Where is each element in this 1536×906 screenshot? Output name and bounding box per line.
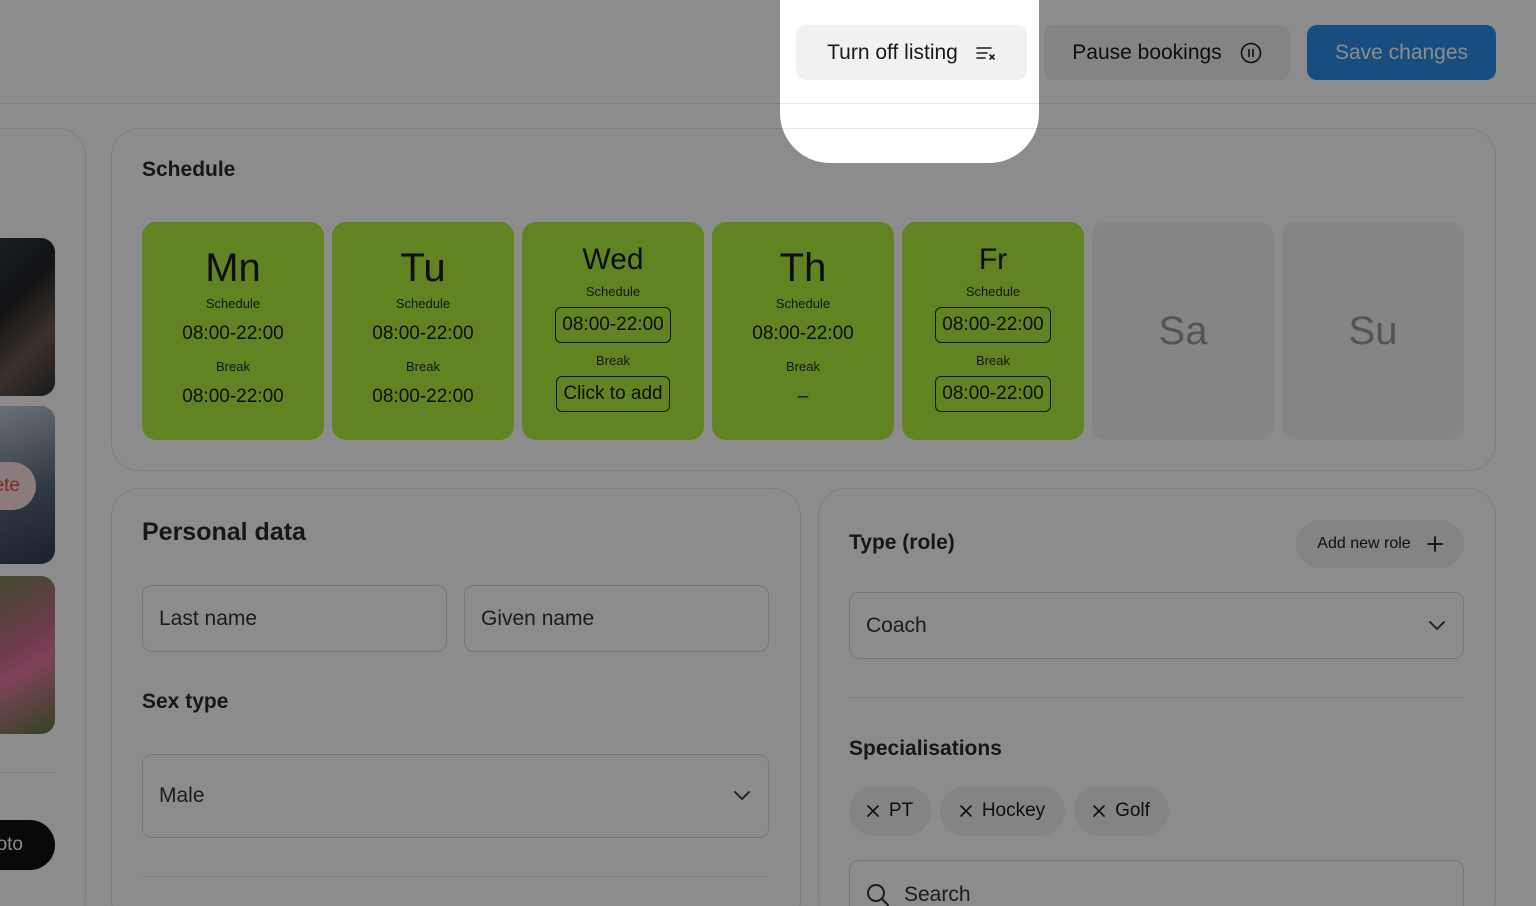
break-label: Break: [406, 359, 440, 374]
sex-type-title: Sex type: [142, 690, 229, 713]
specialisation-chip[interactable]: PT: [849, 786, 931, 836]
day-card-sa[interactable]: Sa: [1092, 222, 1274, 440]
role-title: Type (role): [849, 531, 955, 554]
schedule-title: Schedule: [142, 158, 236, 181]
search-icon: [867, 884, 889, 906]
close-icon[interactable]: [960, 805, 972, 817]
schedule-time-input[interactable]: 08:00-22:00: [935, 307, 1051, 343]
specialisation-chip[interactable]: Hockey: [940, 786, 1065, 836]
last-name-field[interactable]: Last name: [142, 585, 447, 652]
save-changes-label: Save changes: [1334, 40, 1469, 64]
break-time-input[interactable]: Click to add: [556, 376, 670, 412]
specialisation-chip[interactable]: Golf: [1074, 786, 1169, 836]
chip-label: Hockey: [981, 800, 1046, 821]
break-time: 08:00-22:00: [182, 386, 284, 407]
close-icon[interactable]: [867, 805, 879, 817]
role-select[interactable]: Coach: [849, 592, 1464, 659]
break-label: Break: [216, 359, 250, 374]
role-value: Coach: [866, 613, 927, 637]
schedule-label: Schedule: [395, 296, 451, 311]
break-label: Break: [976, 353, 1010, 368]
divider: [0, 772, 55, 773]
schedule-label: Schedule: [965, 284, 1021, 299]
given-name-field[interactable]: Given name: [464, 585, 769, 652]
day-card-tu[interactable]: Tu Schedule 08:00-22:00 Break 08:00-22:0…: [332, 222, 514, 440]
add-new-role-button[interactable]: Add new role: [1296, 520, 1464, 568]
schedule-label: Schedule: [585, 284, 641, 299]
break-label: Break: [786, 359, 820, 374]
day-name: Wed: [582, 243, 644, 276]
chevron-down-icon: [734, 791, 750, 801]
schedule-time: 08:00-22:00: [182, 323, 284, 344]
pause-icon: [1240, 42, 1262, 63]
photo-thumbnail[interactable]: [0, 238, 55, 396]
add-new-role-label: Add new role: [1317, 535, 1411, 552]
break-time: 08:00-22:00: [372, 386, 474, 407]
day-card-wed[interactable]: Wed Schedule 08:00-22:00 Break Click to …: [522, 222, 704, 440]
schedule-days: Mn Schedule 08:00-22:00 Break 08:00-22:0…: [142, 222, 1464, 440]
turn-off-listing-button[interactable]: Turn off listing: [796, 25, 1027, 80]
divider: [849, 697, 1464, 698]
given-name-placeholder: Given name: [481, 606, 595, 630]
schedule-time: 08:00-22:00: [752, 323, 854, 344]
top-bar: Turn off listing Pause bookings Save cha…: [0, 0, 1536, 104]
personal-data-title: Personal data: [142, 518, 306, 546]
schedule-time: 08:00-22:00: [372, 323, 474, 344]
pause-bookings-button[interactable]: Pause bookings: [1044, 25, 1290, 80]
day-name: Mn: [205, 246, 261, 290]
add-photo-button[interactable]: oto: [0, 820, 55, 870]
day-card-su[interactable]: Su: [1282, 222, 1464, 440]
specialisation-search-input[interactable]: Search: [849, 860, 1464, 906]
chip-label: Golf: [1115, 800, 1150, 821]
plus-icon: [1426, 536, 1443, 552]
day-card-mn[interactable]: Mn Schedule 08:00-22:00 Break 08:00-22:0…: [142, 222, 324, 440]
day-card-th[interactable]: Th Schedule 08:00-22:00 Break –: [712, 222, 894, 440]
divider: [142, 876, 769, 877]
chevron-down-icon: [1429, 620, 1445, 630]
break-time: –: [797, 386, 809, 407]
turn-off-listing-label: Turn off listing: [827, 40, 958, 64]
add-photo-label: oto: [0, 834, 23, 855]
schedule-label: Schedule: [205, 296, 261, 311]
break-time-input[interactable]: 08:00-22:00: [935, 376, 1051, 412]
list-remove-icon: [976, 46, 995, 60]
break-label: Break: [596, 353, 630, 368]
schedule-time-input[interactable]: 08:00-22:00: [555, 307, 671, 343]
search-placeholder: Search: [904, 883, 971, 906]
specialisations-title: Specialisations: [849, 737, 1002, 760]
delete-photo-label: ete: [0, 475, 20, 496]
sex-type-value: Male: [159, 784, 205, 807]
schedule-label: Schedule: [775, 296, 831, 311]
day-name: Tu: [400, 246, 446, 290]
day-name: Fr: [978, 243, 1008, 276]
close-icon[interactable]: [1093, 805, 1105, 817]
photo-thumbnail[interactable]: [0, 576, 55, 734]
day-name: Sa: [1158, 309, 1208, 353]
last-name-placeholder: Last name: [159, 606, 258, 630]
pause-bookings-label: Pause bookings: [1072, 40, 1222, 64]
save-changes-button[interactable]: Save changes: [1307, 25, 1496, 80]
day-name: Su: [1348, 309, 1398, 353]
chip-label: PT: [888, 800, 914, 821]
day-card-fr[interactable]: Fr Schedule 08:00-22:00 Break 08:00-22:0…: [902, 222, 1084, 440]
sex-type-select[interactable]: Male: [142, 754, 769, 838]
day-name: Th: [779, 246, 827, 290]
